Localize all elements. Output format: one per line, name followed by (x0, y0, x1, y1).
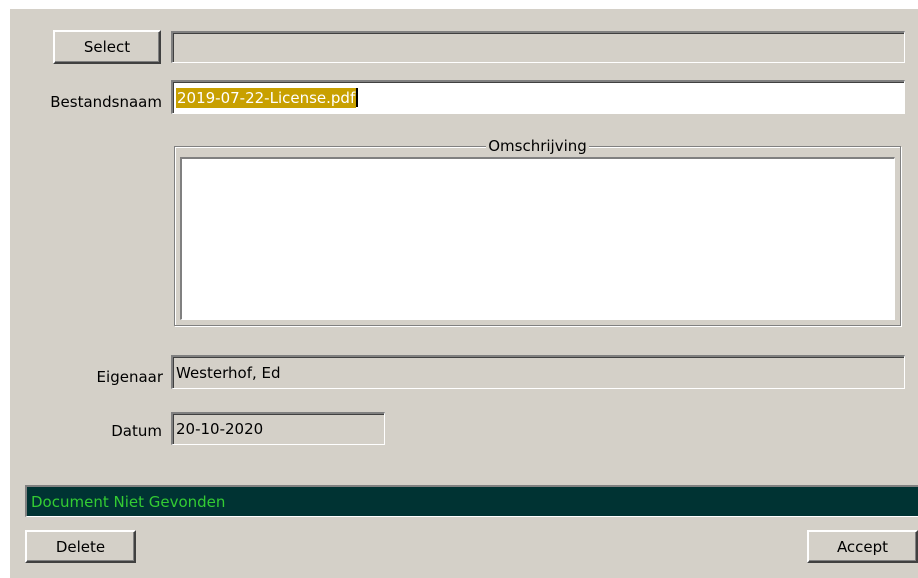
description-group-label: Omschrijving (486, 137, 589, 155)
select-button-label: Select (83, 38, 131, 56)
document-dialog: Select Bestandsnaam 2019-07-22-License.p… (10, 9, 918, 578)
owner-field: Westerhof, Ed (171, 355, 905, 389)
filename-label: Bestandsnaam (50, 93, 162, 111)
description-group: Omschrijving (174, 137, 901, 326)
selected-path-field (171, 31, 905, 63)
filename-input[interactable]: 2019-07-22-License.pdf (171, 80, 905, 114)
select-button[interactable]: Select (53, 30, 161, 64)
accept-button[interactable]: Accept (807, 530, 918, 563)
date-value: 20-10-2020 (176, 420, 264, 438)
date-label: Datum (111, 422, 162, 440)
delete-button[interactable]: Delete (25, 530, 136, 563)
description-textarea[interactable] (180, 157, 895, 320)
filename-value: 2019-07-22-License.pdf (176, 87, 357, 108)
status-bar: Document Niet Gevonden (25, 485, 918, 517)
date-field: 20-10-2020 (171, 412, 385, 445)
delete-button-label: Delete (55, 537, 106, 556)
text-caret (356, 88, 359, 107)
accept-button-label: Accept (836, 537, 889, 556)
status-message: Document Niet Gevonden (31, 492, 226, 511)
owner-label: Eigenaar (96, 368, 163, 386)
owner-value: Westerhof, Ed (176, 363, 281, 382)
